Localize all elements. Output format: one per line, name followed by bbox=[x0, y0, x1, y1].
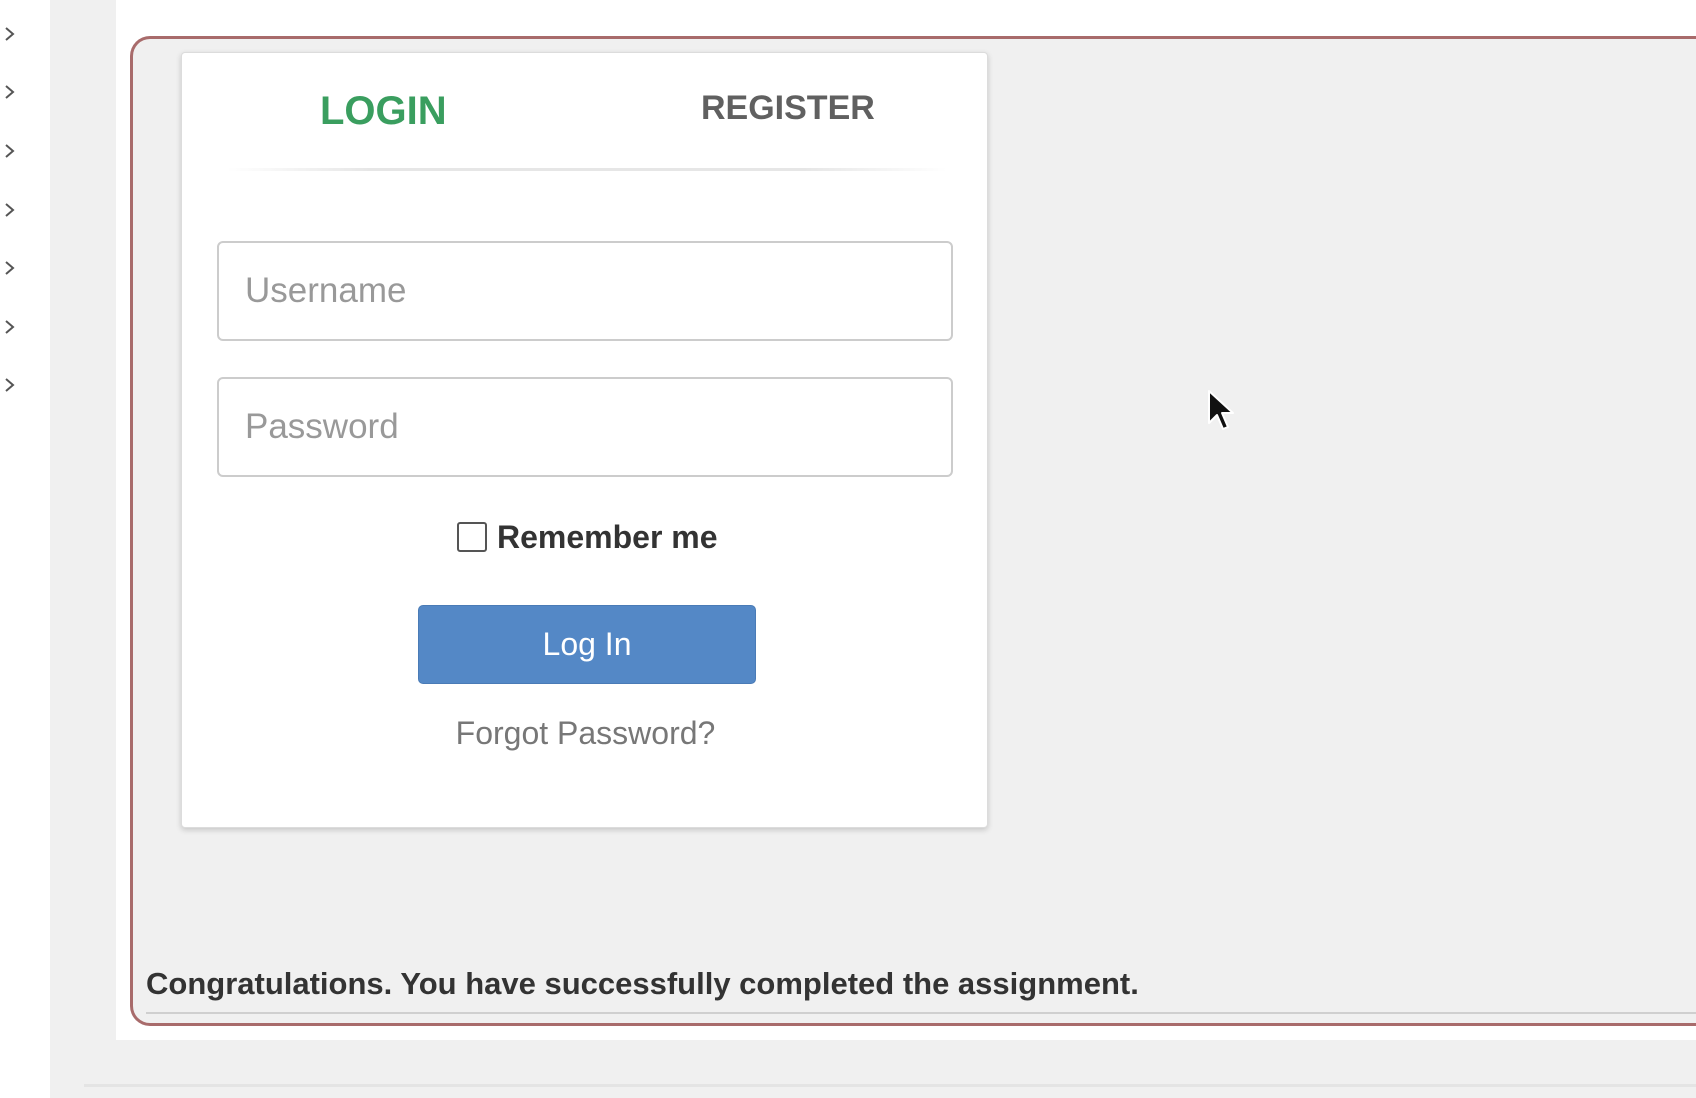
remember-me-row[interactable]: Remember me bbox=[457, 517, 718, 557]
sidebar-item-6[interactable] bbox=[2, 317, 18, 337]
tab-divider bbox=[227, 168, 947, 171]
chevron-right-icon bbox=[5, 203, 15, 217]
tab-login[interactable]: LOGIN bbox=[320, 89, 447, 134]
chevron-right-icon bbox=[5, 27, 15, 41]
chevron-right-icon bbox=[5, 144, 15, 158]
sidebar-item-7[interactable] bbox=[2, 375, 18, 395]
username-input[interactable] bbox=[217, 241, 953, 341]
sidebar-item-2[interactable] bbox=[2, 82, 18, 102]
sidebar-item-4[interactable] bbox=[2, 200, 18, 220]
sidebar-item-1[interactable] bbox=[2, 24, 18, 44]
chevron-right-icon bbox=[5, 261, 15, 275]
forgot-password-link[interactable]: Forgot Password? bbox=[182, 715, 989, 752]
chevron-right-icon bbox=[5, 85, 15, 99]
sidebar-item-3[interactable] bbox=[2, 141, 18, 161]
sidebar bbox=[0, 0, 50, 1098]
chevron-right-icon bbox=[5, 378, 15, 392]
login-button[interactable]: Log In bbox=[418, 605, 756, 684]
page: LOGIN REGISTER Remember me Log In Forgot… bbox=[0, 0, 1696, 1098]
chevron-right-icon bbox=[5, 320, 15, 334]
mouse-cursor-icon bbox=[1208, 390, 1234, 430]
tab-register[interactable]: REGISTER bbox=[701, 89, 875, 128]
remember-me-label[interactable]: Remember me bbox=[497, 519, 718, 556]
divider bbox=[146, 1012, 1696, 1014]
password-input[interactable] bbox=[217, 377, 953, 477]
assignment-success-message: Congratulations. You have successfully c… bbox=[146, 966, 1139, 1001]
login-card: LOGIN REGISTER Remember me Log In Forgot… bbox=[181, 52, 988, 828]
divider bbox=[84, 1084, 1696, 1087]
remember-me-checkbox[interactable] bbox=[457, 522, 487, 552]
sidebar-item-5[interactable] bbox=[2, 258, 18, 278]
